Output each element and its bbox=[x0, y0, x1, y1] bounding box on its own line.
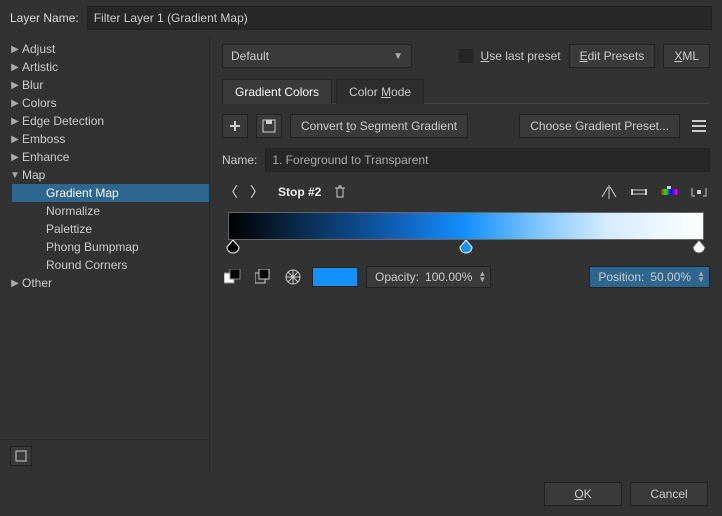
save-icon bbox=[262, 119, 276, 133]
position-spinner[interactable]: Position: 50.00% ▲▼ bbox=[589, 266, 710, 288]
color-bar-button[interactable] bbox=[658, 182, 680, 202]
tree-item[interactable]: ▶Artistic bbox=[0, 58, 209, 76]
distribute-button[interactable] bbox=[628, 182, 650, 202]
save-button[interactable] bbox=[256, 114, 282, 138]
layer-name-label: Layer Name: bbox=[10, 11, 79, 25]
position-label: Position: bbox=[598, 270, 644, 284]
chevron-right-icon: ▶ bbox=[8, 152, 22, 163]
tree-item[interactable]: Palettize bbox=[0, 220, 209, 238]
mirror-icon bbox=[601, 185, 617, 199]
stop-color-swatch[interactable] bbox=[312, 267, 358, 287]
fg-bg-swap-button[interactable] bbox=[222, 267, 244, 287]
chevron-right-icon: ▶ bbox=[8, 98, 22, 109]
overlap-squares-icon bbox=[224, 269, 242, 285]
gradient-stop-3[interactable] bbox=[692, 240, 706, 254]
cancel-button[interactable]: Cancel bbox=[630, 482, 708, 506]
bracket-button[interactable] bbox=[688, 182, 710, 202]
tree-item[interactable]: ▶Enhance bbox=[0, 148, 209, 166]
tree-item[interactable]: Normalize bbox=[0, 202, 209, 220]
delete-stop-button[interactable] bbox=[329, 182, 351, 202]
next-stop-button[interactable]: 〉 bbox=[248, 182, 266, 202]
spinner-arrows-icon[interactable]: ▲▼ bbox=[478, 271, 486, 283]
gradient-name-input[interactable] bbox=[265, 148, 710, 172]
gradient-stop-1[interactable] bbox=[226, 240, 240, 254]
tree-item[interactable]: Phong Bumpmap bbox=[0, 238, 209, 256]
distribute-icon bbox=[631, 186, 647, 198]
view-toggle-button[interactable] bbox=[10, 446, 32, 466]
trash-icon bbox=[334, 185, 346, 199]
spinner-arrows-icon[interactable]: ▲▼ bbox=[697, 271, 705, 283]
chevron-right-icon: ▶ bbox=[8, 134, 22, 145]
chevron-right-icon: ▶ bbox=[8, 278, 22, 289]
gradient-stop-2[interactable] bbox=[459, 240, 473, 254]
opacity-label: Opacity: bbox=[375, 270, 419, 284]
gradient-bar[interactable] bbox=[228, 212, 704, 240]
layer-name-input[interactable] bbox=[87, 6, 712, 30]
opacity-value: 100.00% bbox=[425, 270, 472, 284]
spectrum-icon bbox=[661, 186, 677, 198]
tree-item[interactable]: Round Corners bbox=[0, 256, 209, 274]
filter-tree: ▶Adjust ▶Artistic ▶Blur ▶Colors ▶Edge De… bbox=[0, 36, 209, 439]
tree-item[interactable]: ▶Colors bbox=[0, 94, 209, 112]
menu-button[interactable] bbox=[688, 116, 710, 136]
choose-gradient-preset-button[interactable]: Choose Gradient Preset... bbox=[519, 114, 680, 138]
tree-item-gradient-map[interactable]: Gradient Map bbox=[12, 184, 209, 202]
prev-stop-button[interactable]: 〈 bbox=[222, 182, 240, 202]
tab-color-mode[interactable]: Color Mode bbox=[336, 79, 424, 104]
preset-dropdown[interactable]: Default ▼ bbox=[222, 44, 412, 68]
plus-icon bbox=[228, 119, 242, 133]
chevron-right-icon: ▶ bbox=[8, 44, 22, 55]
chevron-right-icon: ▶ bbox=[8, 62, 22, 73]
tree-item[interactable]: ▶Adjust bbox=[0, 40, 209, 58]
color-wheel-button[interactable] bbox=[282, 267, 304, 287]
tab-gradient-colors[interactable]: Gradient Colors bbox=[222, 79, 332, 104]
chevron-right-icon: ▶ bbox=[8, 116, 22, 127]
color-wheel-icon bbox=[285, 269, 301, 285]
tree-item[interactable]: ▶Other bbox=[0, 274, 209, 292]
hamburger-icon bbox=[692, 120, 706, 132]
square-icon bbox=[15, 450, 27, 462]
opacity-spinner[interactable]: Opacity: 100.00% ▲▼ bbox=[366, 266, 491, 288]
convert-segment-button[interactable]: Convert to Segment Gradient bbox=[290, 114, 468, 138]
add-stop-button[interactable] bbox=[222, 114, 248, 138]
tree-item-map[interactable]: ▼Map bbox=[0, 166, 209, 184]
flip-button[interactable] bbox=[598, 182, 620, 202]
tree-item[interactable]: ▶Blur bbox=[0, 76, 209, 94]
stop-label: Stop #2 bbox=[278, 185, 321, 199]
stack-squares-icon bbox=[255, 269, 271, 285]
chevron-right-icon: ▶ bbox=[8, 80, 22, 91]
name-label: Name: bbox=[222, 153, 257, 167]
tree-item[interactable]: ▶Emboss bbox=[0, 130, 209, 148]
tree-item[interactable]: ▶Edge Detection bbox=[0, 112, 209, 130]
use-last-preset-checkbox[interactable] bbox=[459, 49, 473, 63]
position-value: 50.00% bbox=[650, 270, 691, 284]
copy-color-button[interactable] bbox=[252, 267, 274, 287]
ok-button[interactable]: OK bbox=[544, 482, 622, 506]
xml-button[interactable]: XML bbox=[663, 44, 710, 68]
bracket-icon bbox=[690, 186, 708, 198]
use-last-preset-label: Use last preset bbox=[481, 49, 561, 63]
chevron-down-icon: ▼ bbox=[393, 51, 403, 62]
chevron-down-icon: ▼ bbox=[8, 170, 22, 181]
edit-presets-button[interactable]: Edit Presets bbox=[569, 44, 656, 68]
